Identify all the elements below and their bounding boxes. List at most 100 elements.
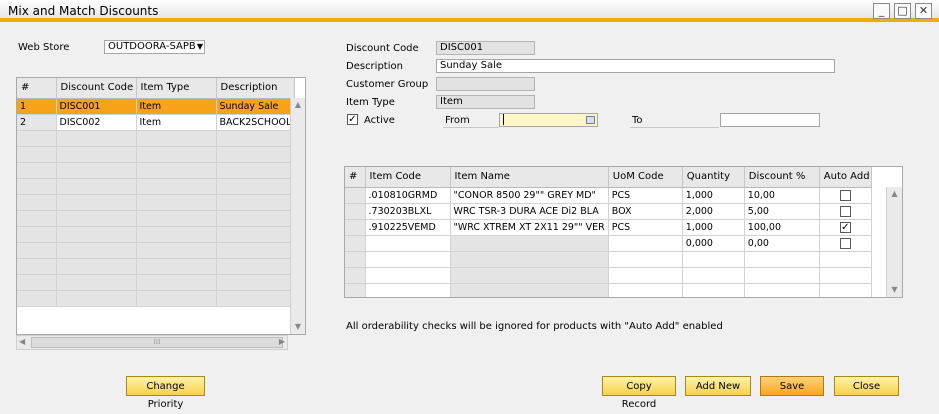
calendar-icon[interactable] <box>586 116 595 124</box>
items-table: # Item Code Item Name UoM Code Quantity … <box>344 166 903 298</box>
column-header-item-name[interactable]: Item Name <box>450 167 609 188</box>
from-label: From <box>445 115 470 126</box>
empty-row <box>17 194 296 211</box>
row-number <box>345 203 366 220</box>
item-code-cell[interactable]: .730203BLXL <box>365 203 451 220</box>
scroll-up-icon[interactable]: ▲ <box>291 98 305 112</box>
close-window-button[interactable]: ✕ <box>915 3 932 19</box>
title-bar: Mix and Match Discounts _ □ ✕ <box>0 0 939 22</box>
column-header-discount-percent[interactable]: Discount % <box>744 167 820 188</box>
item-code-cell[interactable]: .910225VEMD <box>365 219 451 236</box>
discount-percent-cell[interactable]: 5,00 <box>744 203 820 220</box>
item-code-cell[interactable] <box>365 235 451 252</box>
column-header-auto-add[interactable]: Auto Add <box>819 167 872 188</box>
discount-percent-cell[interactable]: 10,00 <box>744 187 820 204</box>
row-number <box>345 235 366 252</box>
active-checkbox[interactable]: ✓ <box>347 114 358 125</box>
discount-code-cell[interactable]: DISC002 <box>56 114 137 131</box>
empty-row <box>17 242 296 259</box>
customer-group-field[interactable] <box>436 77 535 91</box>
add-new-button[interactable]: Add New <box>685 376 751 396</box>
copy-record-button[interactable]: Copy Record <box>602 376 676 410</box>
empty-row <box>17 210 296 227</box>
quantity-cell[interactable]: 2,000 <box>682 203 745 220</box>
discount-code-field[interactable]: DISC001 <box>436 41 535 55</box>
item-type-field[interactable]: Item <box>436 95 535 109</box>
table-row[interactable]: 0,000 0,00 <box>345 235 872 252</box>
discounts-horizontal-scrollbar[interactable]: ◀ ⁞⁞⁞ ▶ <box>16 335 288 350</box>
empty-row <box>17 290 296 307</box>
discount-percent-cell[interactable]: 0,00 <box>744 235 820 252</box>
discounts-table: # Discount Code Item Type Description 1 … <box>16 77 306 335</box>
uom-code-cell[interactable]: PCS <box>608 219 683 236</box>
item-type-cell[interactable]: Item <box>136 114 217 131</box>
web-store-select[interactable]: OUTDOORA-SAPB ▼ <box>104 40 205 54</box>
to-underline <box>630 127 719 128</box>
column-header-num[interactable]: # <box>345 167 366 188</box>
empty-row <box>17 258 296 275</box>
uom-code-cell[interactable]: PCS <box>608 187 683 204</box>
scroll-down-icon[interactable]: ▼ <box>291 320 305 334</box>
text-cursor <box>503 114 504 125</box>
to-date-field[interactable] <box>720 113 820 127</box>
scroll-down-icon[interactable]: ▼ <box>887 283 902 297</box>
minimize-button[interactable]: _ <box>873 3 890 19</box>
scroll-up-icon[interactable]: ▲ <box>887 187 902 201</box>
save-button[interactable]: Save <box>760 376 824 396</box>
discount-code-cell[interactable]: DISC001 <box>56 98 137 115</box>
from-underline <box>443 127 499 128</box>
column-header-discount-code[interactable]: Discount Code <box>56 78 137 99</box>
table-row[interactable]: .910225VEMD "WRC XTREM XT 2X11 29"" VER … <box>345 219 872 236</box>
auto-add-cell[interactable] <box>819 235 872 252</box>
auto-add-cell[interactable]: ✓ <box>819 219 872 236</box>
column-header-uom-code[interactable]: UoM Code <box>608 167 683 188</box>
table-row[interactable]: 1 DISC001 Item Sunday Sale <box>17 98 296 115</box>
empty-row <box>17 162 296 179</box>
auto-add-checkbox[interactable] <box>839 205 851 217</box>
discounts-vertical-scrollbar[interactable]: ▲ ▼ <box>290 98 305 334</box>
table-row[interactable]: .010810GRMD "CONOR 8500 29"" GREY MD" PC… <box>345 187 872 204</box>
items-vertical-scrollbar[interactable]: ▲ ▼ <box>886 187 902 297</box>
description-label: Description <box>346 61 403 72</box>
from-date-field[interactable] <box>499 113 598 127</box>
auto-add-cell[interactable] <box>819 203 872 220</box>
auto-add-cell[interactable] <box>819 187 872 204</box>
description-cell[interactable]: Sunday Sale <box>216 98 296 115</box>
column-header-item-code[interactable]: Item Code <box>365 167 451 188</box>
chevron-down-icon: ▼ <box>196 42 203 51</box>
auto-add-note: All orderability checks will be ignored … <box>346 321 723 332</box>
quantity-cell[interactable]: 0,000 <box>682 235 745 252</box>
auto-add-checkbox[interactable] <box>839 237 851 249</box>
scroll-left-icon[interactable]: ◀ <box>19 337 25 346</box>
item-name-cell[interactable] <box>450 235 609 252</box>
window-title: Mix and Match Discounts <box>8 4 159 18</box>
table-row[interactable]: 2 DISC002 Item BACK2SCHOOL <box>17 114 296 131</box>
table-row[interactable]: .730203BLXL WRC TSR-3 DURA ACE Di2 BLA B… <box>345 203 872 220</box>
column-header-description[interactable]: Description <box>216 78 296 99</box>
auto-add-checkbox[interactable]: ✓ <box>839 221 851 233</box>
column-header-num[interactable]: # <box>17 78 57 99</box>
row-number <box>345 187 366 204</box>
uom-code-cell[interactable] <box>608 235 683 252</box>
discount-percent-cell[interactable]: 100,00 <box>744 219 820 236</box>
web-store-label: Web Store <box>18 42 70 53</box>
item-type-cell[interactable]: Item <box>136 98 217 115</box>
column-header-quantity[interactable]: Quantity <box>682 167 745 188</box>
description-field[interactable]: Sunday Sale <box>436 59 835 73</box>
auto-add-checkbox[interactable] <box>839 189 851 201</box>
description-cell[interactable]: BACK2SCHOOL <box>216 114 296 131</box>
item-name-cell[interactable]: WRC TSR-3 DURA ACE Di2 BLA <box>450 203 609 220</box>
quantity-cell[interactable]: 1,000 <box>682 219 745 236</box>
quantity-cell[interactable]: 1,000 <box>682 187 745 204</box>
close-button[interactable]: Close <box>834 376 899 396</box>
active-label: Active <box>364 115 395 126</box>
maximize-button[interactable]: □ <box>894 3 911 19</box>
scroll-right-icon[interactable]: ▶ <box>279 337 285 346</box>
item-code-cell[interactable]: .010810GRMD <box>365 187 451 204</box>
column-header-item-type[interactable]: Item Type <box>136 78 217 99</box>
uom-code-cell[interactable]: BOX <box>608 203 683 220</box>
item-name-cell[interactable]: "WRC XTREM XT 2X11 29"" VER <box>450 219 609 236</box>
item-name-cell[interactable]: "CONOR 8500 29"" GREY MD" <box>450 187 609 204</box>
change-priority-button[interactable]: Change Priority <box>126 376 205 410</box>
horizontal-scroll-thumb[interactable]: ⁞⁞⁞ <box>31 337 283 348</box>
